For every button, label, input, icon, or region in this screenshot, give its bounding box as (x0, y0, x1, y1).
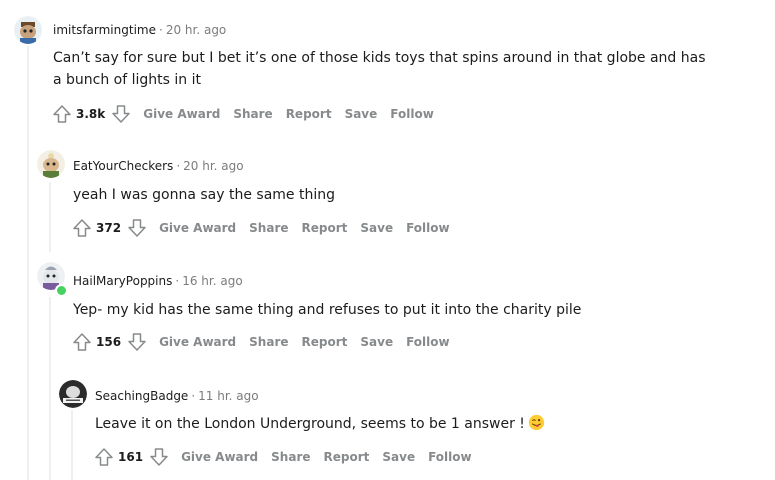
downvote-arrow-icon (112, 105, 130, 123)
username[interactable]: SeachingBadge (95, 389, 188, 403)
report-button[interactable]: Report (302, 335, 348, 349)
upvote-arrow-icon (53, 105, 71, 123)
give-award-button[interactable]: Give Award (181, 450, 258, 464)
comment-actions: 372 Give Award Share Report Save Follow (72, 218, 463, 238)
share-button[interactable]: Share (233, 107, 272, 121)
meta-separator: · (175, 274, 180, 288)
thread-line-4[interactable] (71, 410, 73, 480)
downvote-button[interactable] (149, 447, 169, 467)
upvote-button[interactable] (72, 332, 92, 352)
avatar[interactable] (14, 16, 42, 44)
give-award-button[interactable]: Give Award (159, 221, 236, 235)
downvote-button[interactable] (111, 104, 131, 124)
upvote-arrow-icon (95, 448, 113, 466)
meta-separator: · (158, 23, 163, 37)
timestamp[interactable]: 20 hr. ago (183, 159, 243, 173)
report-button[interactable]: Report (302, 221, 348, 235)
report-button[interactable]: Report (324, 450, 370, 464)
vote-score: 156 (96, 335, 122, 349)
follow-button[interactable]: Follow (390, 107, 434, 121)
meta-separator: · (191, 389, 196, 403)
avatar[interactable] (59, 380, 87, 408)
save-button[interactable]: Save (345, 107, 378, 121)
vote-score: 161 (118, 450, 144, 464)
give-award-button[interactable]: Give Award (159, 335, 236, 349)
comment-meta: imitsfarmingtime · 20 hr. ago (53, 22, 226, 38)
follow-button[interactable]: Follow (428, 450, 472, 464)
comment-body: yeah I was gonna say the same thing (73, 187, 336, 203)
follow-button[interactable]: Follow (406, 221, 450, 235)
save-button[interactable]: Save (360, 221, 393, 235)
upvote-arrow-icon (73, 219, 91, 237)
thread-line-1[interactable] (27, 46, 29, 480)
upvote-button[interactable] (52, 104, 72, 124)
downvote-arrow-icon (128, 219, 146, 237)
timestamp[interactable]: 20 hr. ago (166, 23, 226, 37)
share-button[interactable]: Share (271, 450, 310, 464)
online-status-indicator (55, 284, 68, 297)
comment-actions: 161 Give Award Share Report Save Follow (94, 447, 485, 467)
timestamp[interactable]: 16 hr. ago (182, 274, 242, 288)
thread-line-2[interactable] (49, 182, 51, 252)
avatar[interactable] (37, 150, 65, 178)
comment-actions: 3.8k Give Award Share Report Save Follow (52, 104, 447, 124)
username[interactable]: HailMaryPoppins (73, 274, 172, 288)
upvote-button[interactable] (94, 447, 114, 467)
give-award-button[interactable]: Give Award (143, 107, 220, 121)
follow-button[interactable]: Follow (406, 335, 450, 349)
thread-line-3[interactable] (49, 297, 51, 480)
share-button[interactable]: Share (249, 221, 288, 235)
vote-score: 372 (96, 221, 122, 235)
downvote-arrow-icon (128, 333, 146, 351)
comment-body: Can’t say for sure but I bet it’s one of… (53, 50, 706, 88)
username[interactable]: EatYourCheckers (73, 159, 173, 173)
comment-meta: EatYourCheckers · 20 hr. ago (73, 158, 244, 174)
comment-actions: 156 Give Award Share Report Save Follow (72, 332, 463, 352)
meta-separator: · (176, 159, 181, 173)
downvote-button[interactable] (127, 332, 147, 352)
comment-meta: HailMaryPoppins · 16 hr. ago (73, 273, 243, 289)
upvote-button[interactable] (72, 218, 92, 238)
timestamp[interactable]: 11 hr. ago (198, 389, 258, 403)
save-button[interactable]: Save (382, 450, 415, 464)
comment-body-text: Leave it on the London Underground, seem… (95, 416, 525, 432)
report-button[interactable]: Report (286, 107, 332, 121)
comment-body: Leave it on the London Underground, seem… (95, 413, 755, 435)
comment-meta: SeachingBadge · 11 hr. ago (95, 388, 259, 404)
winking-face-with-tongue-icon (528, 414, 545, 431)
downvote-button[interactable] (127, 218, 147, 238)
comment-body: Yep- my kid has the same thing and refus… (73, 302, 582, 318)
downvote-arrow-icon (150, 448, 168, 466)
share-button[interactable]: Share (249, 335, 288, 349)
username[interactable]: imitsfarmingtime (53, 23, 156, 37)
save-button[interactable]: Save (360, 335, 393, 349)
upvote-arrow-icon (73, 333, 91, 351)
vote-score: 3.8k (76, 107, 106, 121)
